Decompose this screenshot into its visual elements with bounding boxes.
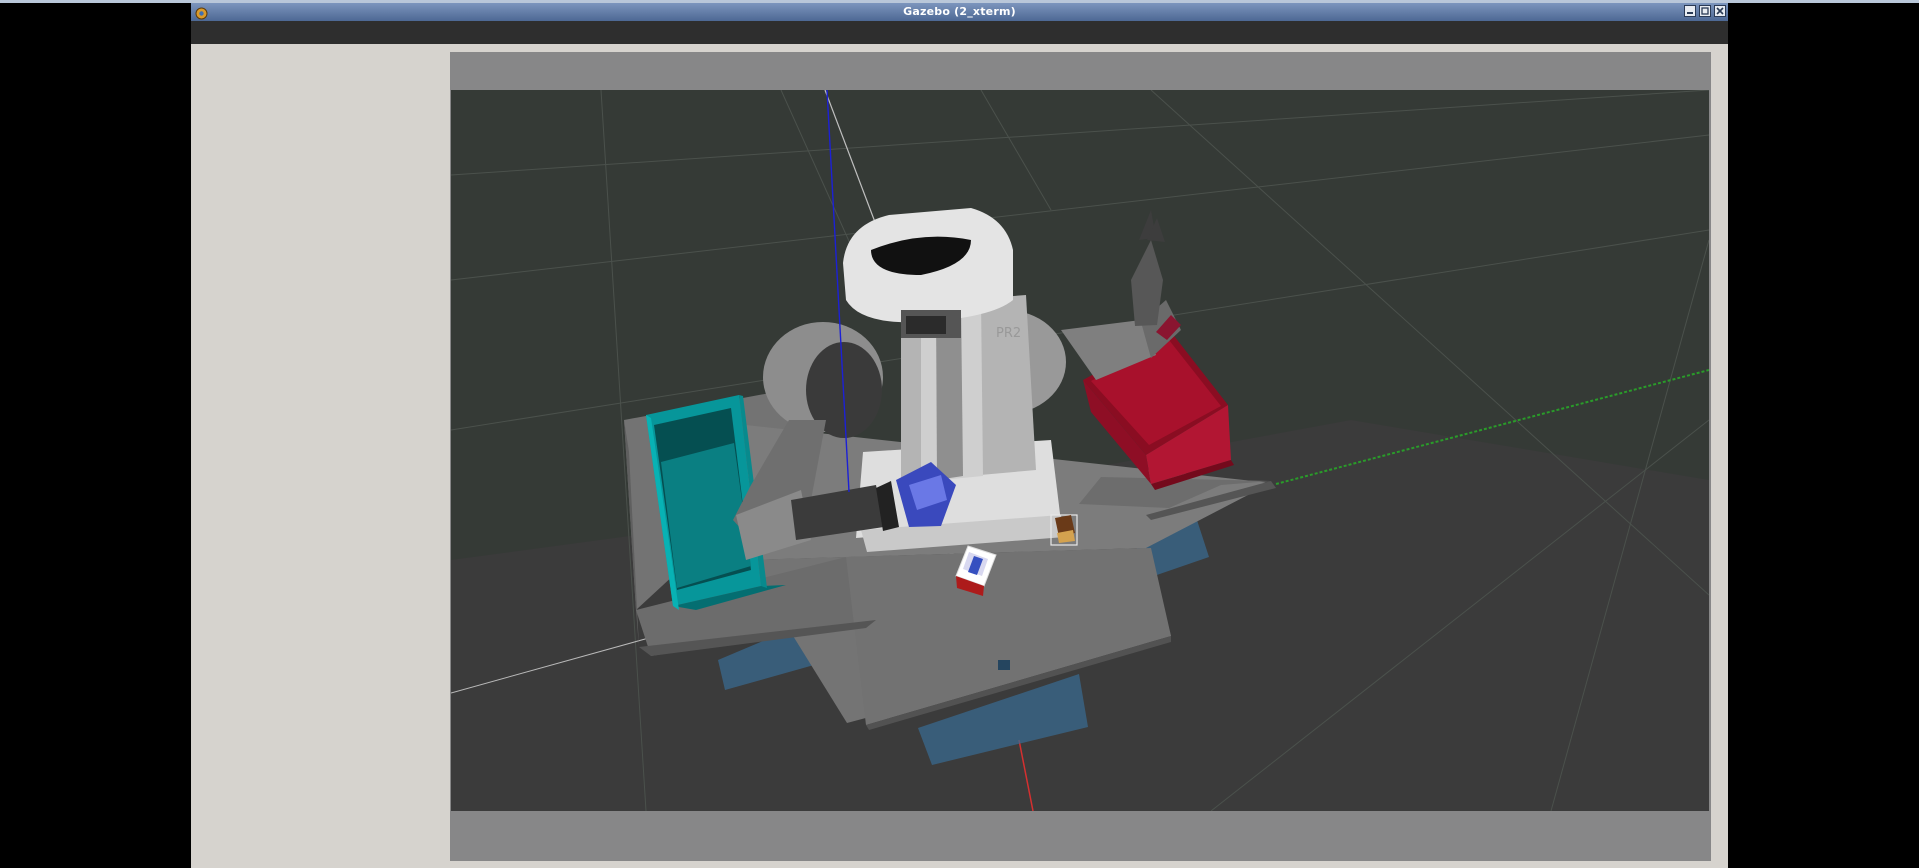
minimize-button[interactable]	[1684, 5, 1696, 17]
gazebo-window: Gazebo (2_xterm) PR2	[191, 3, 1728, 868]
scene-viewport[interactable]: PR2	[451, 90, 1709, 811]
svg-text:PR2: PR2	[996, 326, 1021, 341]
title-bar[interactable]: Gazebo (2_xterm)	[191, 3, 1728, 21]
window-title: Gazebo (2_xterm)	[903, 5, 1016, 18]
minimize-icon	[1687, 12, 1693, 14]
table-leg-marker	[998, 660, 1010, 670]
menu-bar	[191, 21, 1728, 44]
maximize-icon	[1701, 7, 1709, 15]
close-button[interactable]	[1714, 5, 1726, 17]
render-frame: PR2	[450, 52, 1711, 861]
close-icon	[1716, 7, 1724, 15]
scene-canvas[interactable]: PR2	[451, 90, 1709, 811]
left-panel	[191, 44, 451, 868]
maximize-button[interactable]	[1699, 5, 1711, 17]
